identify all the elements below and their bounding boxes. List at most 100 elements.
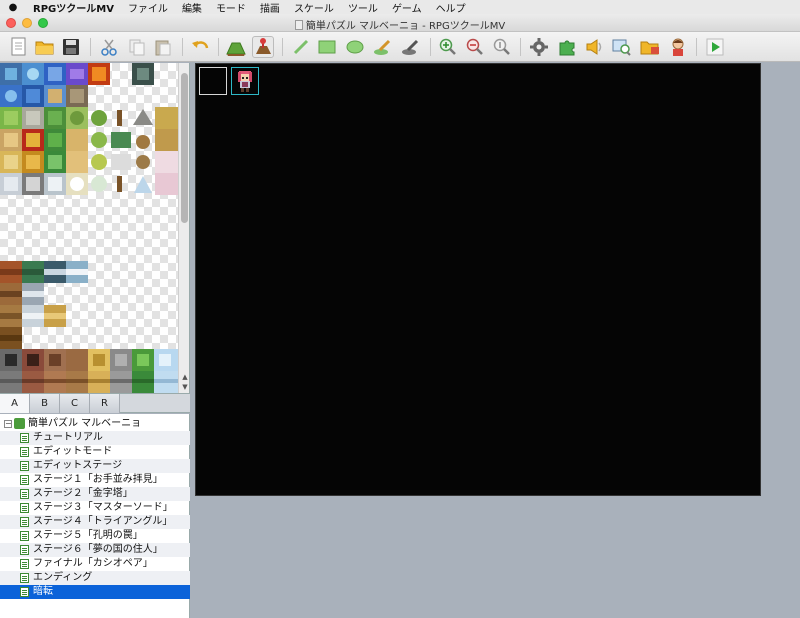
toolbar-separator: [218, 38, 219, 56]
toolbar-separator: [90, 38, 91, 56]
tree-item-map[interactable]: ステージ５「孔明の罠」: [0, 529, 190, 543]
map-icon: [20, 433, 29, 443]
map-editor-canvas[interactable]: [195, 63, 761, 496]
tree-item-map[interactable]: ファイナル「カシオペア」: [0, 557, 190, 571]
save-project-icon[interactable]: [60, 36, 82, 58]
toolbar-separator: [430, 38, 431, 56]
zoom-in-icon[interactable]: [437, 36, 459, 58]
tree-item-label: ステージ６「夢の国の住人」: [33, 544, 163, 555]
tree-item-label: ステージ１「お手並み拝見」: [33, 474, 163, 485]
tree-item-map[interactable]: エディットモード: [0, 445, 190, 459]
tree-root-label: 簡単パズル マルベーニョ: [28, 418, 142, 429]
tree-item-map[interactable]: エンディング: [0, 571, 190, 585]
player-start-event[interactable]: [231, 67, 259, 95]
map-icon: [20, 489, 29, 499]
map-icon: [20, 545, 29, 555]
tree-item-label: ファイナル「カシオペア」: [33, 558, 153, 569]
tree-item-label: ステージ５「孔明の罠」: [33, 530, 143, 541]
paste-icon[interactable]: [152, 36, 174, 58]
tree-item-map[interactable]: ステージ２「金字塔」: [0, 487, 190, 501]
tab-c[interactable]: C: [60, 394, 90, 413]
window-titlebar: 簡単パズル マルベーニョ - RPGツクールMV: [0, 14, 800, 32]
tree-item-label: ステージ４「トライアングル」: [33, 516, 173, 527]
menu-help[interactable]: ヘルプ: [429, 0, 473, 15]
tab-b[interactable]: B: [30, 394, 60, 413]
menu-file[interactable]: ファイル: [121, 0, 175, 15]
tree-item-label: ステージ３「マスターソード」: [33, 502, 173, 513]
tab-r[interactable]: R: [90, 394, 120, 413]
tree-item-map[interactable]: チュートリアル: [0, 431, 190, 445]
database-icon[interactable]: [528, 36, 550, 58]
open-project-icon[interactable]: [34, 36, 56, 58]
tileset-palette[interactable]: ▲ ▼: [0, 63, 190, 393]
copy-icon[interactable]: [126, 36, 148, 58]
resource-manager-icon[interactable]: [639, 36, 661, 58]
character-generator-icon[interactable]: [667, 36, 689, 58]
plugin-manager-icon[interactable]: [556, 36, 578, 58]
window-title: 簡単パズル マルベーニョ - RPGツクールMV: [0, 17, 800, 32]
tree-item-map[interactable]: ステージ３「マスターソード」: [0, 501, 190, 515]
toolbar-separator: [696, 38, 697, 56]
map-mode-icon[interactable]: [225, 36, 247, 58]
map-tree[interactable]: − 簡単パズル マルベーニョ チュートリアル エディットモード エディットステー…: [0, 414, 190, 618]
event-mode-icon[interactable]: [252, 36, 274, 58]
map-icon: [20, 461, 29, 471]
scroll-up-arrow-icon[interactable]: ▲: [179, 373, 189, 383]
tileset-image[interactable]: [0, 63, 178, 393]
zoom-out-icon[interactable]: [464, 36, 486, 58]
tileset-tabs: A B C R: [0, 393, 190, 413]
flood-fill-icon[interactable]: [372, 36, 394, 58]
tree-item-label: チュートリアル: [33, 432, 103, 443]
character-sprite-icon: [238, 71, 252, 92]
map-icon: [20, 559, 29, 569]
tree-item-map[interactable]: ステージ４「トライアングル」: [0, 515, 190, 529]
project-icon: [14, 418, 25, 429]
menu-edit[interactable]: 編集: [175, 0, 209, 15]
toolbar: [0, 32, 800, 62]
cut-icon[interactable]: [98, 36, 120, 58]
tree-root-project[interactable]: − 簡単パズル マルベーニョ: [0, 417, 190, 431]
tileset-scrollbar[interactable]: ▲ ▼: [178, 63, 189, 393]
menu-draw[interactable]: 描画: [253, 0, 287, 15]
menu-app-name[interactable]: RPGツクールMV: [26, 0, 121, 15]
shadow-pen-icon[interactable]: [400, 36, 422, 58]
tree-item-label: エディットモード: [33, 446, 113, 457]
tree-item-map[interactable]: ステージ１「お手並み拝見」: [0, 473, 190, 487]
menu-scale[interactable]: スケール: [287, 0, 341, 15]
menu-game[interactable]: ゲーム: [385, 0, 429, 15]
menu-bar: ● RPGツクールMV ファイル 編集 モード 描画 スケール ツール ゲーム …: [0, 0, 800, 15]
tree-item-map[interactable]: ステージ６「夢の国の住人」: [0, 543, 190, 557]
map-icon: [20, 587, 29, 597]
rectangle-icon[interactable]: [316, 36, 338, 58]
ellipse-icon[interactable]: [344, 36, 366, 58]
tree-item-label: エディットステージ: [33, 460, 123, 471]
playtest-icon[interactable]: [704, 36, 726, 58]
apple-menu-icon[interactable]: ●: [0, 2, 26, 13]
tree-item-map[interactable]: エディットステージ: [0, 459, 190, 473]
pencil-icon[interactable]: [290, 36, 312, 58]
tile-grid[interactable]: [0, 63, 178, 393]
scroll-down-arrow-icon[interactable]: ▼: [179, 383, 189, 393]
collapse-toggle-icon[interactable]: −: [4, 420, 12, 428]
empty-event-tile[interactable]: [199, 67, 227, 95]
menu-mode[interactable]: モード: [209, 0, 253, 15]
tileset-scroll-thumb[interactable]: [181, 73, 188, 223]
tree-item-map-selected[interactable]: 暗転: [0, 585, 190, 599]
map-icon: [20, 475, 29, 485]
map-icon: [20, 517, 29, 527]
tree-item-label: 暗転: [33, 586, 53, 597]
map-icon: [20, 447, 29, 457]
zoom-actual-icon[interactable]: [491, 36, 513, 58]
undo-icon[interactable]: [190, 36, 212, 58]
tree-item-label: エンディング: [33, 572, 93, 583]
event-searcher-icon[interactable]: [611, 36, 633, 58]
menu-tools[interactable]: ツール: [341, 0, 385, 15]
tab-a[interactable]: A: [0, 394, 30, 413]
sound-test-icon[interactable]: [584, 36, 606, 58]
map-icon: [20, 531, 29, 541]
new-project-icon[interactable]: [8, 36, 30, 58]
toolbar-separator: [282, 38, 283, 56]
window-title-text: 簡単パズル マルベーニョ - RPGツクールMV: [305, 21, 506, 32]
tree-item-label: ステージ２「金字塔」: [33, 488, 133, 499]
toolbar-separator: [520, 38, 521, 56]
